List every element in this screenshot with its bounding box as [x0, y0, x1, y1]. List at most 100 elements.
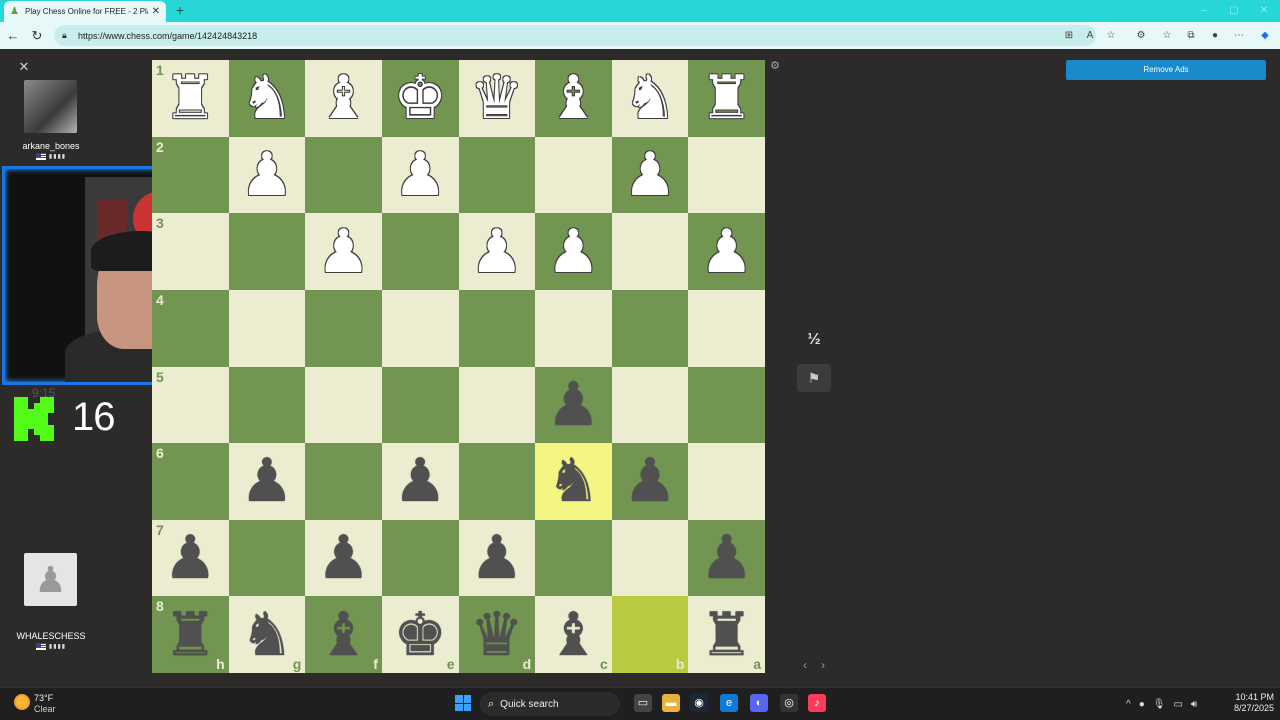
board-square[interactable]: ♟	[611, 136, 689, 214]
board-square[interactable]	[611, 213, 689, 290]
white-knight-icon[interactable]: ♞	[229, 60, 306, 137]
board-square[interactable]	[611, 366, 689, 444]
board-square[interactable]: ♟	[381, 136, 459, 214]
board-square[interactable]	[228, 366, 306, 444]
white-pawn-icon[interactable]: ♟	[535, 213, 612, 290]
board-square[interactable]: ♟	[458, 519, 536, 597]
board-square[interactable]: 2	[152, 136, 229, 214]
board-square[interactable]: 8 h ♜	[152, 596, 229, 673]
board-square[interactable]: f ♝	[305, 596, 382, 673]
board-square[interactable]: d ♛	[458, 596, 536, 673]
white-rook-icon[interactable]: ♜	[152, 60, 229, 137]
browser-tab[interactable]: ♟ Play Chess Online for FREE - 2 Pla ✕	[4, 1, 166, 22]
board-square[interactable]	[458, 136, 536, 214]
steam-icon[interactable]: ◉	[690, 694, 708, 712]
board-square[interactable]	[688, 443, 765, 520]
board-square[interactable]: 3	[152, 213, 229, 290]
black-pawn-icon[interactable]: ♟	[459, 520, 536, 597]
volume-icon[interactable]: 🔊︎	[1191, 699, 1197, 710]
network-icon[interactable]: ▭	[1173, 699, 1182, 710]
windows-start-icon[interactable]	[455, 695, 471, 711]
board-square[interactable]	[611, 289, 689, 367]
board-square[interactable]	[381, 366, 459, 444]
file-explorer-icon[interactable]: ▬	[662, 694, 680, 712]
board-square[interactable]	[228, 519, 306, 597]
board-square[interactable]: 6	[152, 443, 229, 520]
board-square[interactable]: 5	[152, 366, 229, 444]
white-pawn-icon[interactable]: ♟	[612, 137, 689, 214]
favorites-icon[interactable]: ☆	[1160, 29, 1174, 43]
more-menu-icon[interactable]: ⋯	[1232, 29, 1246, 43]
board-square[interactable]	[458, 289, 536, 367]
board-square[interactable]: ♟	[611, 443, 689, 520]
bottom-player-name[interactable]: WHALESCHESS	[1, 631, 101, 641]
previous-move-arrow-icon[interactable]: ‹	[798, 658, 812, 672]
board-square[interactable]	[535, 136, 612, 214]
white-king-icon[interactable]: ♚	[382, 60, 459, 137]
offer-draw-button[interactable]: ½	[797, 326, 831, 354]
board-square[interactable]	[381, 289, 459, 367]
board-square[interactable]: ♟	[305, 213, 382, 290]
black-rook-icon[interactable]: ♜	[688, 596, 765, 673]
black-pawn-icon[interactable]: ♟	[535, 367, 612, 444]
task-view-icon[interactable]: ▭	[634, 694, 652, 712]
app-install-icon[interactable]: ⊞	[1062, 29, 1076, 43]
board-square[interactable]: ♟	[458, 213, 536, 290]
board-square[interactable]	[228, 289, 306, 367]
profile-avatar-icon[interactable]: ●	[1208, 29, 1222, 43]
board-square[interactable]	[305, 289, 382, 367]
board-settings-gear-icon[interactable]: ⚙	[769, 60, 781, 72]
board-square[interactable]	[381, 213, 459, 290]
maximize-icon[interactable]: ▢	[1224, 4, 1244, 18]
tray-app-icon[interactable]: ●	[1139, 699, 1145, 710]
chess-board[interactable]: 1 ♜ ♞ ♝ ♚ ♛ ♝ ♞ ♜ 2 ♟ ♟ ♟ 3 ♟ ♟ ♟ ♟ 4 5 ♟ 6 ♟ ♟ ♞ ♟ 7 ♟ ♟ ♟ ♟ 8 h ♜ g ♞ f ♝ e ♚…	[152, 60, 765, 673]
resign-flag-button[interactable]: ⚑	[797, 364, 831, 392]
board-square[interactable]: ♝	[305, 60, 382, 137]
favorite-star-icon[interactable]: ☆	[1104, 29, 1118, 43]
board-square[interactable]	[305, 136, 382, 214]
board-square[interactable]: ♜	[688, 60, 765, 137]
board-square[interactable]	[611, 519, 689, 597]
board-square[interactable]: a ♜	[688, 596, 765, 673]
board-square[interactable]	[688, 136, 765, 214]
black-king-icon[interactable]: ♚	[382, 596, 459, 673]
white-rook-icon[interactable]: ♜	[688, 60, 765, 137]
extensions-icon[interactable]: ⚙	[1134, 29, 1148, 43]
board-square[interactable]	[228, 213, 306, 290]
remove-ads-button[interactable]: Remove Ads	[1066, 60, 1266, 80]
black-pawn-icon[interactable]: ♟	[152, 520, 229, 597]
board-square[interactable]: ♟	[688, 213, 765, 290]
taskbar-search[interactable]: ⌕ Quick search	[480, 692, 620, 716]
new-tab-button[interactable]: +	[172, 2, 188, 18]
black-pawn-icon[interactable]: ♟	[305, 520, 382, 597]
discord-icon[interactable]: ◐	[750, 694, 768, 712]
board-square[interactable]: 7 ♟	[152, 519, 229, 597]
board-square[interactable]: ♟	[305, 519, 382, 597]
board-square[interactable]: 1 ♜	[152, 60, 229, 137]
board-square[interactable]: e ♚	[381, 596, 459, 673]
white-bishop-icon[interactable]: ♝	[305, 60, 382, 137]
top-player-avatar[interactable]	[24, 80, 77, 133]
white-knight-icon[interactable]: ♞	[612, 60, 689, 137]
read-aloud-icon[interactable]: A	[1083, 29, 1097, 43]
collections-icon[interactable]: ⧉	[1184, 29, 1198, 43]
board-square[interactable]: b	[611, 596, 689, 673]
music-app-icon[interactable]: ♪	[808, 694, 826, 712]
board-square[interactable]: 4	[152, 289, 229, 367]
board-square[interactable]: ♟	[228, 443, 306, 520]
minimize-icon[interactable]: –	[1194, 4, 1214, 18]
black-pawn-icon[interactable]: ♟	[382, 443, 459, 520]
tab-close-icon[interactable]: ✕	[152, 6, 160, 17]
board-square[interactable]	[458, 443, 536, 520]
black-rook-icon[interactable]: ♜	[152, 596, 229, 673]
black-knight-icon[interactable]: ♞	[229, 596, 306, 673]
black-queen-icon[interactable]: ♛	[459, 596, 536, 673]
microphone-icon[interactable]: 🎙︎	[1153, 699, 1166, 710]
black-pawn-icon[interactable]: ♟	[229, 443, 306, 520]
black-knight-icon[interactable]: ♞	[535, 443, 612, 520]
white-queen-icon[interactable]: ♛	[459, 60, 536, 137]
close-panel-icon[interactable]: ✕	[17, 60, 31, 74]
obs-icon[interactable]: ◎	[780, 694, 798, 712]
white-pawn-icon[interactable]: ♟	[688, 213, 765, 290]
black-pawn-icon[interactable]: ♟	[688, 520, 765, 597]
